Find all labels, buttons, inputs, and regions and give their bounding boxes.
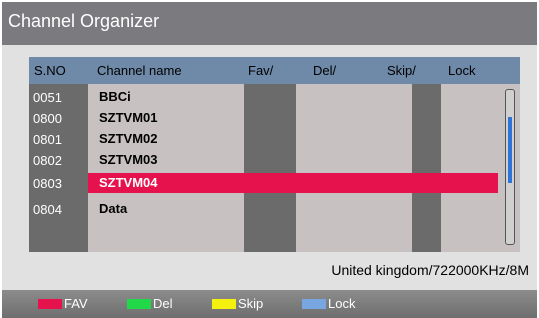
yellow-key-icon — [212, 299, 236, 309]
legend-skip-label: Skip — [238, 296, 264, 311]
list-header: S.NO Channel name Fav/ Del/ Skip/ Lock — [29, 57, 520, 84]
blue-key-icon — [302, 299, 326, 309]
channel-row[interactable]: 0800 SZTVM01 — [29, 110, 520, 131]
header-skip: Skip/ — [387, 63, 416, 78]
title-bar: Channel Organizer — [2, 2, 537, 45]
channel-name: BBCi — [99, 89, 131, 104]
channel-list: S.NO Channel name Fav/ Del/ Skip/ Lock 0… — [29, 57, 520, 252]
channel-name: SZTVM04 — [99, 175, 158, 190]
channel-row[interactable]: 0802 SZTVM03 — [29, 152, 520, 173]
header-fav: Fav/ — [248, 63, 274, 78]
green-key-icon — [127, 299, 151, 309]
channel-number: 0802 — [33, 153, 62, 168]
color-key-legend: FAV Del Skip Lock — [2, 290, 537, 318]
legend-fav-label: FAV — [64, 296, 88, 311]
red-key-icon — [38, 299, 62, 309]
channel-number: 0803 — [33, 176, 62, 191]
channel-number: 0800 — [33, 111, 62, 126]
channel-number: 0801 — [33, 132, 62, 147]
channel-row[interactable]: 0803 SZTVM04 — [29, 175, 520, 196]
transponder-info: United kingdom/722000KHz/8M — [331, 262, 529, 278]
window-title: Channel Organizer — [8, 11, 160, 31]
channel-number: 0051 — [33, 90, 62, 105]
channel-number: 0804 — [33, 202, 62, 217]
channel-name: Data — [99, 201, 128, 216]
legend-del-label: Del — [153, 296, 173, 311]
header-name: Channel name — [97, 63, 182, 78]
channel-name: SZTVM01 — [99, 110, 158, 125]
scrollbar-thumb[interactable] — [508, 117, 512, 183]
header-sno: S.NO — [34, 63, 66, 78]
channel-row[interactable]: 0801 SZTVM02 — [29, 131, 520, 152]
scrollbar[interactable] — [505, 89, 515, 245]
header-del: Del/ — [313, 63, 337, 78]
channel-row[interactable]: 0804 Data — [29, 201, 520, 222]
header-lock: Lock — [448, 63, 476, 78]
channel-row[interactable]: 0051 BBCi — [29, 89, 520, 110]
channel-name: SZTVM02 — [99, 131, 158, 146]
channel-name: SZTVM03 — [99, 152, 158, 167]
legend-lock-label: Lock — [328, 296, 356, 311]
